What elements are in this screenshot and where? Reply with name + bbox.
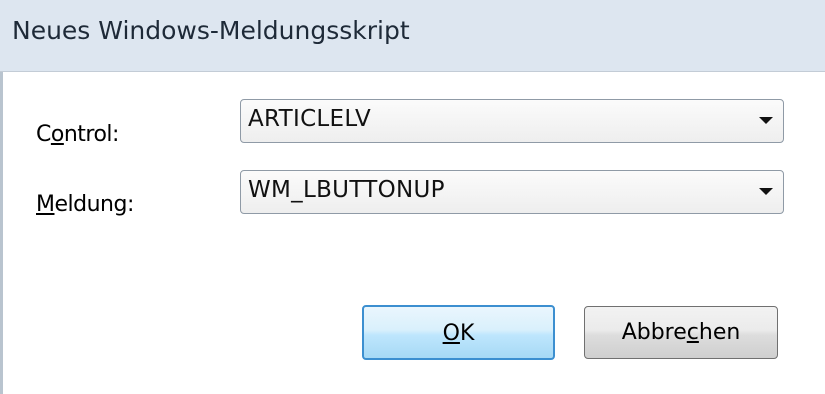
cancel-button[interactable]: Abbrechen <box>584 306 778 359</box>
meldung-dropdown[interactable]: WM_LBUTTONUP <box>240 170 784 214</box>
chevron-down-icon[interactable] <box>759 117 773 124</box>
control-label-pre: C <box>36 122 51 147</box>
ok-button-label: K <box>459 321 475 346</box>
control-label-post: ntrol: <box>63 122 120 147</box>
title-bar[interactable]: Neues Windows-Meldungsskript <box>0 0 825 72</box>
cancel-button-accel: c <box>686 320 699 345</box>
control-label: Control: <box>36 122 119 147</box>
cancel-button-post: hen <box>698 320 741 345</box>
chevron-down-icon[interactable] <box>759 188 773 195</box>
meldung-label: Meldung: <box>36 192 134 217</box>
ok-button-accel: O <box>442 321 460 346</box>
dialog-window: Neues Windows-Meldungsskript Control: AR… <box>0 0 825 394</box>
meldung-dropdown-value: WM_LBUTTONUP <box>248 177 445 203</box>
control-dropdown[interactable]: ARTICLELV <box>240 99 784 143</box>
ok-button[interactable]: OK <box>362 305 555 360</box>
control-label-accel: o <box>50 122 64 147</box>
meldung-label-post: eldung: <box>54 192 134 217</box>
control-dropdown-value: ARTICLELV <box>248 106 372 132</box>
meldung-label-accel: M <box>36 192 55 217</box>
cancel-button-pre: Abbre <box>621 320 687 345</box>
window-title: Neues Windows-Meldungsskript <box>12 16 410 45</box>
